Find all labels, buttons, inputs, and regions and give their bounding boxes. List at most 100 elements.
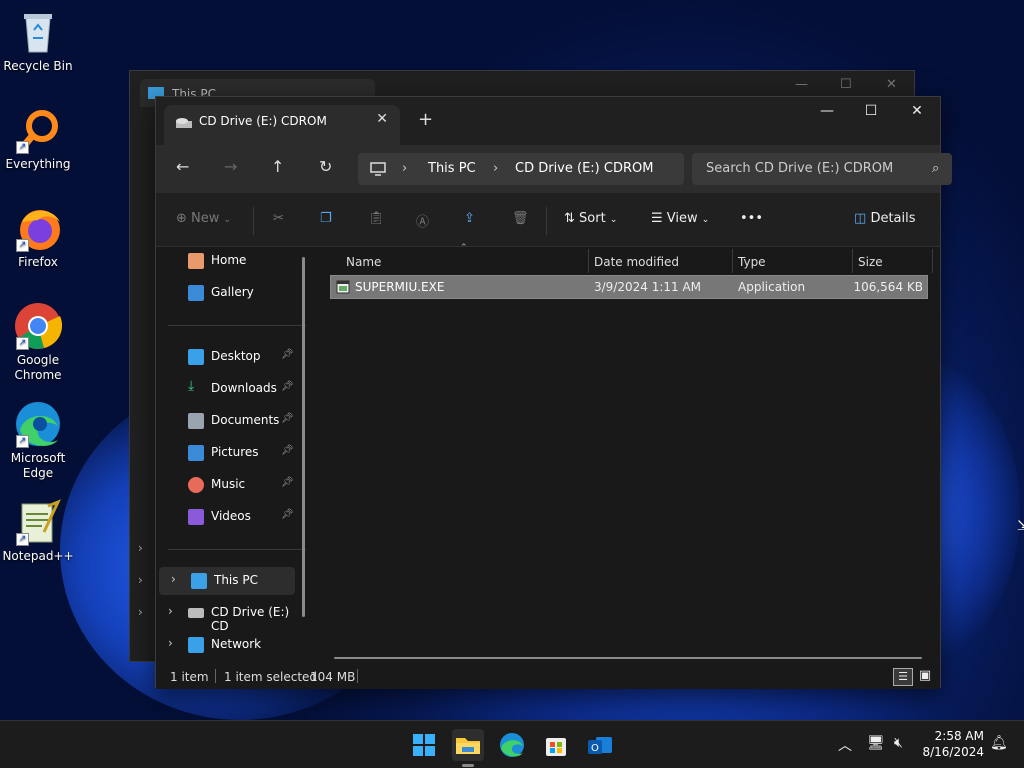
download-arrow-icon: ⤓ (188, 378, 195, 394)
sidebar-item-label: Home (211, 253, 247, 267)
up-arrow-icon[interactable]: ↑ (271, 157, 284, 176)
notification-bell-icon[interactable]: 🔔︎ (990, 735, 1008, 751)
horizontal-scrollbar[interactable] (334, 657, 922, 659)
chevron-right-icon[interactable]: › (168, 636, 173, 650)
desktop-icon-label: Recycle Bin (3, 59, 73, 73)
navigation-bar: ← → ↑ ↻ › This PC › CD Drive (E:) CDROM … (156, 145, 952, 193)
pin-icon[interactable]: 📌︎ (281, 509, 294, 520)
sidebar-item-videos[interactable]: Videos 📌︎ (156, 503, 308, 531)
sidebar-item-music[interactable]: Music 📌︎ (156, 471, 308, 499)
explorer-window[interactable]: CD Drive (E:) CDROM ✕ + — ☐ ✕ ← → ↑ ↻ › … (155, 96, 952, 689)
background-chevron-icon: › (138, 605, 143, 619)
close-button[interactable]: ✕ (894, 103, 940, 119)
taskbar-edge[interactable] (496, 729, 528, 761)
search-box[interactable]: Search CD Drive (E:) CDROM ⌕ (692, 153, 952, 185)
new-tab-button[interactable]: + (418, 109, 433, 130)
taskbar-outlook[interactable]: O (584, 729, 616, 761)
desktop-icon-recycle-bin[interactable]: Recycle Bin (0, 8, 76, 74)
column-header-type[interactable]: Type (738, 255, 766, 269)
windows-logo-icon (413, 734, 435, 756)
taskbar-file-explorer[interactable] (452, 729, 484, 767)
column-header-name[interactable]: Name (346, 255, 381, 269)
cut-icon[interactable]: ✂ (273, 211, 284, 226)
desktop-icon-everything[interactable]: ↗ Everything (0, 106, 76, 172)
column-divider[interactable] (852, 249, 853, 273)
column-header-size[interactable]: Size (858, 255, 883, 269)
desktop-icon-chrome[interactable]: ↗ Google Chrome (0, 302, 76, 383)
svg-text:O: O (591, 743, 599, 754)
view-button[interactable]: ☰ View ⌄ (651, 211, 709, 226)
details-view-icon[interactable]: ☰ (893, 668, 913, 686)
tab-close-icon[interactable]: ✕ (376, 111, 388, 127)
share-icon[interactable]: ⇪ (464, 211, 475, 226)
background-chevron-icon: › (138, 573, 143, 587)
delete-icon[interactable]: 🗑︎ (512, 211, 529, 226)
forward-arrow-icon[interactable]: → (224, 157, 237, 176)
chevron-up-icon[interactable]: ︿ (838, 735, 852, 755)
sidebar-item-downloads[interactable]: ⤓ Downloads 📌︎ (156, 375, 308, 403)
rename-icon[interactable]: Ⓐ (416, 211, 429, 230)
refresh-icon[interactable]: ↻ (319, 157, 332, 176)
details-pane-button[interactable]: ◫ Details (854, 211, 916, 226)
pin-icon[interactable]: 📌︎ (281, 381, 294, 392)
copy-icon[interactable]: ❐ (320, 211, 332, 226)
column-header-date[interactable]: Date modified (594, 255, 679, 269)
pin-icon[interactable]: 📌︎ (281, 349, 294, 360)
desktop-icon-label: Microsoft Edge (10, 451, 66, 480)
pin-icon[interactable]: 📌︎ (281, 413, 294, 424)
sidebar-item-cd-drive[interactable]: › CD Drive (E:) CD (156, 599, 308, 633)
network-icon (188, 637, 204, 653)
column-divider[interactable] (588, 249, 589, 273)
pin-icon[interactable]: 📌︎ (281, 445, 294, 456)
desktop-icon-notepadpp[interactable]: ↗ Notepad++ (0, 498, 76, 564)
address-bar[interactable]: › This PC › CD Drive (E:) CDROM (358, 153, 684, 185)
chevron-right-icon: › (402, 161, 408, 176)
breadcrumb-this-pc[interactable]: This PC (428, 161, 476, 176)
column-divider[interactable] (732, 249, 733, 273)
sidebar-item-gallery[interactable]: Gallery (156, 279, 308, 307)
chevron-right-icon[interactable]: › (171, 572, 176, 586)
view-icon: ☰ (651, 211, 663, 226)
clock-date: 8/16/2024 (922, 745, 984, 759)
background-minimize-button[interactable]: — (795, 77, 808, 92)
sidebar-item-desktop[interactable]: Desktop 📌︎ (156, 343, 308, 371)
chevron-right-icon[interactable]: › (168, 604, 173, 618)
sidebar-item-network[interactable]: › Network (156, 631, 308, 659)
item-count: 1 item (170, 670, 209, 684)
new-button[interactable]: ⊕ New ⌄ (176, 211, 231, 226)
breadcrumb-cd-drive[interactable]: CD Drive (E:) CDROM (515, 161, 653, 176)
details-label: Details (870, 211, 916, 226)
sidebar-scrollbar[interactable] (302, 257, 305, 617)
desktop-icon-edge[interactable]: ↗ Microsoft Edge (0, 400, 76, 481)
large-icons-view-icon[interactable]: ▣ (916, 668, 934, 686)
sort-button[interactable]: ⇅ Sort ⌄ (564, 211, 617, 226)
paste-icon[interactable]: 📋︎ (368, 211, 385, 226)
background-close-button[interactable]: ✕ (886, 77, 897, 92)
column-divider[interactable] (932, 249, 933, 273)
network-status-icon[interactable]: 🖥︎ (867, 735, 885, 751)
search-icon[interactable]: ⌕ (932, 161, 939, 176)
sidebar-item-pictures[interactable]: Pictures 📌︎ (156, 439, 308, 467)
more-options-button[interactable]: ••• (740, 211, 763, 226)
start-button[interactable] (408, 729, 440, 761)
video-icon (188, 509, 204, 525)
pin-icon[interactable]: 📌︎ (281, 477, 294, 488)
taskbar-store[interactable] (540, 729, 572, 761)
sidebar-item-documents[interactable]: Documents 📌︎ (156, 407, 308, 435)
maximize-button[interactable]: ☐ (848, 103, 894, 119)
running-indicator (462, 764, 474, 767)
table-row[interactable]: SUPERMIU.EXE 3/9/2024 1:11 AM Applicatio… (330, 275, 928, 299)
desktop-icon-firefox[interactable]: ↗ Firefox (0, 204, 76, 270)
sidebar-item-this-pc[interactable]: › This PC (159, 567, 295, 595)
sidebar-item-home[interactable]: Home (156, 247, 308, 275)
desktop-icon-label: Google Chrome (14, 353, 62, 382)
back-arrow-icon[interactable]: ← (176, 157, 189, 176)
background-maximize-button[interactable]: ☐ (840, 77, 852, 92)
edge-icon: ↗ (14, 400, 62, 448)
tab-cd-drive[interactable]: CD Drive (E:) CDROM ✕ (164, 105, 400, 145)
clock[interactable]: 2:58 AM 8/16/2024 (920, 728, 984, 760)
minimize-button[interactable]: — (804, 103, 850, 119)
title-bar[interactable]: CD Drive (E:) CDROM ✕ + — ☐ ✕ (156, 97, 940, 145)
sort-label: Sort (579, 211, 606, 226)
volume-muted-icon[interactable]: 🔇︎ (894, 735, 903, 751)
